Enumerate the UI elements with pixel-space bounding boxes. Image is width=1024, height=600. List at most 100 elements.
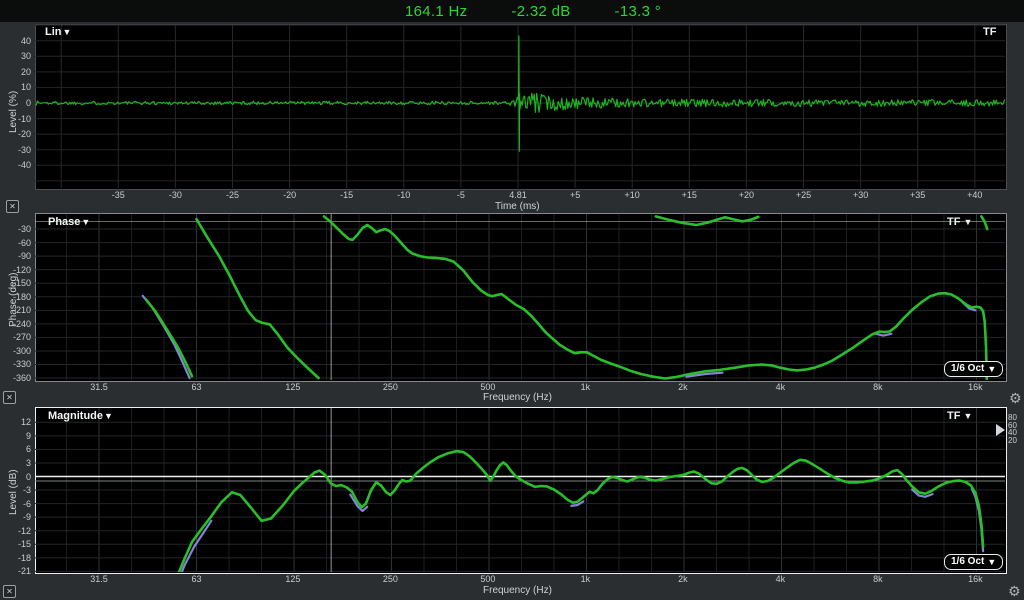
magnitude-x-tick: 31.5 [84,574,114,584]
phase-x-tick: 125 [278,382,308,392]
impulse-x-tick: +35 [903,190,933,200]
phase-x-tick: 1k [570,382,600,392]
magnitude-x-tick: 1k [570,574,600,584]
coherence-scale-value: 20 [1008,437,1017,445]
phase-smoothing-label: 1/6 Oct [951,363,984,374]
impulse-source-label[interactable]: TF [983,26,996,38]
analyzer-window: 164.1 Hz -2.32 dB -13.3 ° Lin▼ TF Level … [0,0,1024,600]
phase-y-tick: -90 [1,251,31,261]
dropdown-arrow-icon: ▼ [81,218,90,227]
magnitude-smoothing-dropdown[interactable]: 1/6 Oct▼ [944,554,1003,570]
phase-x-tick: 8k [863,382,893,392]
phase-settings-gear-icon[interactable]: ⚙ [1009,391,1022,405]
magnitude-y-tick: 6 [1,444,31,454]
dropdown-arrow-icon: ▼ [963,411,972,421]
phase-x-tick: 2k [668,382,698,392]
phase-source-dropdown[interactable]: TF▼ [947,216,972,228]
magnitude-title: Magnitude [48,410,103,422]
impulse-x-tick: +20 [731,190,761,200]
impulse-x-tick: +5 [560,190,590,200]
magnitude-tf-label: TF [947,410,960,422]
phase-y-tick: -180 [1,292,31,302]
impulse-x-tick: +15 [674,190,704,200]
phase-x-tick: 500 [473,382,503,392]
impulse-x-tick: -35 [103,190,133,200]
magnitude-y-tick: -18 [1,553,31,563]
magnitude-plot-area[interactable] [35,407,1007,574]
phase-y-tick: -360 [1,373,31,383]
magnitude-close-button[interactable]: ✕ [3,585,16,598]
phase-x-tick: 250 [375,382,405,392]
magnitude-settings-gear-icon[interactable]: ⚙ [1008,584,1021,598]
magnitude-y-tick: 9 [1,431,31,441]
impulse-xlabel: Time (ms) [495,201,540,212]
magnitude-x-tick: 8k [863,574,893,584]
coherence-scale: 80604020 [1008,414,1017,444]
magnitude-y-tick: 3 [1,458,31,468]
impulse-y-tick: -20 [1,129,31,139]
coherence-threshold-pointer[interactable] [996,424,1005,436]
magnitude-x-tick: 63 [182,574,212,584]
magnitude-x-tick: 250 [375,574,405,584]
readout-frequency: 164.1 Hz [405,3,467,20]
magnitude-y-tick: 12 [1,417,31,427]
impulse-type-dropdown[interactable]: Lin▼ [45,26,71,38]
magnitude-y-tick: -3 [1,485,31,495]
impulse-x-tick: -20 [275,190,305,200]
impulse-y-tick: 20 [1,67,31,77]
phase-y-tick: -150 [1,278,31,288]
dropdown-arrow-icon: ▼ [104,412,113,421]
impulse-tf-label: TF [983,26,996,38]
impulse-y-tick: 10 [1,82,31,92]
phase-x-tick: 4k [765,382,795,392]
cursor-readout-bar: 164.1 Hz -2.32 dB -13.3 ° [0,0,1024,22]
dropdown-arrow-icon: ▼ [987,557,996,567]
impulse-x-tick: +10 [617,190,647,200]
impulse-x-tick: +25 [789,190,819,200]
magnitude-y-tick: -21 [1,566,31,576]
impulse-x-tick: -10 [389,190,419,200]
magnitude-y-tick: -6 [1,499,31,509]
magnitude-x-tick: 500 [473,574,503,584]
impulse-y-tick: 0 [1,98,31,108]
magnitude-x-tick: 16k [960,574,990,584]
phase-x-tick: 16k [960,382,990,392]
dropdown-arrow-icon: ▼ [987,364,996,374]
magnitude-x-tick: 4k [765,574,795,584]
impulse-y-tick: -40 [1,160,31,170]
phase-type-dropdown[interactable]: Phase▼ [48,216,90,228]
impulse-y-tick: 40 [1,36,31,46]
impulse-x-tick: -30 [160,190,190,200]
impulse-y-tick: -30 [1,145,31,155]
impulse-title: Lin [45,26,62,38]
impulse-y-tick: -10 [1,114,31,124]
impulse-x-tick: +30 [846,190,876,200]
magnitude-x-tick: 2k [668,574,698,584]
dropdown-arrow-icon: ▼ [963,217,972,227]
phase-y-tick: -60 [1,238,31,248]
phase-plot-area[interactable] [35,213,1007,382]
magnitude-y-tick: 0 [1,472,31,482]
phase-smoothing-dropdown[interactable]: 1/6 Oct▼ [944,361,1003,377]
impulse-x-tick: +40 [960,190,990,200]
impulse-x-tick: -25 [218,190,248,200]
magnitude-x-tick: 125 [278,574,308,584]
impulse-x-tick: 4.81 [503,190,533,200]
impulse-plot-area[interactable] [35,24,1007,190]
phase-y-tick: -30 [1,224,31,234]
dropdown-arrow-icon: ▼ [63,28,72,37]
magnitude-y-tick: -12 [1,526,31,536]
magnitude-source-dropdown[interactable]: TF▼ [947,410,972,422]
phase-y-tick: -300 [1,346,31,356]
readout-phase: -13.3 ° [615,3,661,20]
impulse-close-button[interactable]: ✕ [6,200,19,213]
phase-x-tick: 31.5 [84,382,114,392]
magnitude-xlabel: Frequency (Hz) [483,585,552,596]
impulse-x-tick: -15 [332,190,362,200]
magnitude-type-dropdown[interactable]: Magnitude▼ [48,410,113,422]
magnitude-smoothing-label: 1/6 Oct [951,556,984,567]
phase-tf-label: TF [947,216,960,228]
phase-close-button[interactable]: ✕ [3,391,16,404]
phase-y-tick: -240 [1,319,31,329]
phase-x-tick: 63 [182,382,212,392]
